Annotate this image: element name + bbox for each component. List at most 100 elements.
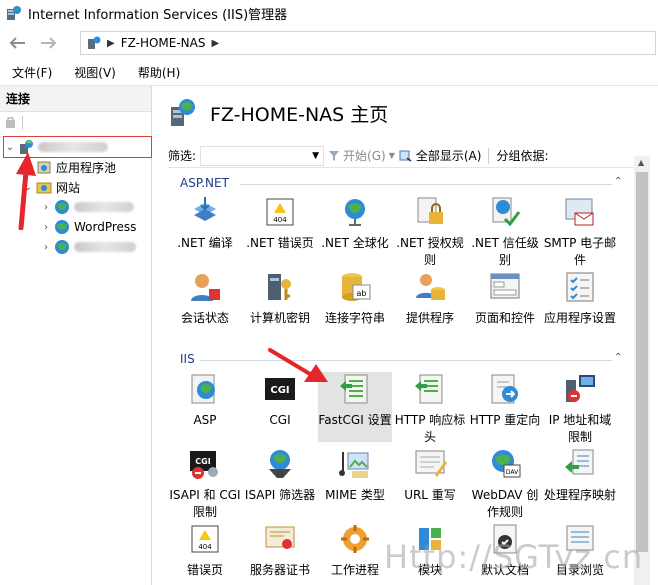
tile-label: 工作进程 — [330, 563, 379, 577]
tile-net-globalization[interactable]: .NET 全球化 — [318, 195, 392, 252]
tile-net-compilation[interactable]: .NET 编译 — [168, 195, 242, 252]
show-all-button[interactable]: 全部显示(A) — [399, 147, 481, 164]
tile-handler-mappings[interactable]: 处理程序映射 — [543, 447, 617, 504]
webdav-icon: DAV — [492, 450, 521, 478]
tile-label: .NET 错误页 — [246, 236, 314, 250]
collapsed-chevron-icon[interactable]: › — [40, 222, 52, 233]
sites-label: 网站 — [56, 180, 81, 195]
collapse-section-icon[interactable]: ⌃ — [614, 352, 622, 363]
connections-toolbar — [0, 112, 151, 134]
svg-text:CGI: CGI — [270, 385, 289, 396]
globe-stand-icon — [345, 199, 365, 226]
collapsed-chevron-icon[interactable]: › — [40, 242, 52, 253]
tile-label: 错误页 — [186, 563, 223, 577]
tile-app-settings[interactable]: 应用程序设置 — [543, 270, 617, 327]
page-title-row: FZ-HOME-NAS 主页 — [168, 98, 388, 128]
tile-isapi-filters[interactable]: ISAPI 筛选器 — [243, 447, 317, 504]
tile-machine-key[interactable]: 计算机密钥 — [243, 270, 317, 327]
tile-label: .NET 全球化 — [321, 236, 389, 250]
collapse-section-icon[interactable]: ⌃ — [614, 176, 622, 187]
address-box[interactable]: ▶ FZ-HOME-NAS ▶ — [80, 31, 656, 55]
start-label: 开始(G) — [343, 149, 386, 163]
tile-http-response-headers[interactable]: HTTP 响应标头 — [393, 372, 467, 446]
providers-icon — [416, 274, 445, 300]
tile-isapi-cgi-restrictions[interactable]: CGI ISAPI 和 CGI 限制 — [168, 447, 242, 521]
tile-label: CGI — [269, 413, 291, 427]
tile-ip-domain-restrictions[interactable]: IP 地址和域限制 — [543, 372, 617, 446]
tile-label: .NET 编译 — [177, 236, 233, 250]
show-all-icon — [399, 150, 412, 162]
tile-label: IP 地址和域限制 — [548, 413, 612, 444]
tile-pages-controls[interactable]: 页面和控件 — [468, 270, 542, 327]
back-button[interactable] — [4, 30, 30, 56]
connect-icon[interactable] — [4, 116, 18, 130]
page-title: FZ-HOME-NAS 主页 — [210, 103, 389, 126]
menu-bar: 文件(F) 视图(V) 帮助(H) — [0, 60, 658, 86]
watermark-text: Http://SGTyz.cn — [384, 538, 644, 576]
tile-server-certificates[interactable]: 服务器证书 — [243, 522, 317, 579]
tile-http-redirect[interactable]: HTTP 重定向 — [468, 372, 542, 429]
wordpress-label: WordPress — [74, 220, 137, 234]
isapi-filter-icon — [269, 450, 291, 478]
svg-text:DAV: DAV — [506, 469, 519, 476]
scroll-up-icon[interactable]: ▲ — [638, 158, 644, 167]
tile-mime-types[interactable]: MIME 类型 — [318, 447, 392, 504]
iis-app-icon — [7, 6, 21, 20]
response-headers-icon — [415, 374, 443, 404]
filter-input[interactable]: ▼ — [200, 145, 325, 166]
error-page-icon: 404 — [191, 525, 219, 553]
breadcrumb-server[interactable]: FZ-HOME-NAS — [121, 36, 206, 50]
fastcgi-icon — [340, 374, 368, 404]
tile-asp[interactable]: ASP — [168, 372, 242, 429]
machine-key-icon — [268, 274, 291, 300]
app-pool-icon — [37, 161, 51, 174]
tile-net-trust-levels[interactable]: .NET 信任级别 — [468, 195, 542, 269]
url-rewrite-icon — [415, 450, 447, 477]
start-button[interactable]: 开始(G) ▼ — [328, 147, 395, 164]
annotation-arrow-icon — [268, 348, 328, 382]
server-large-icon — [171, 99, 195, 126]
scrollbar-thumb[interactable] — [636, 172, 648, 552]
filter-bar: 筛选: ▼ 开始(G) ▼ 全部显示(A) 分组依据: — [168, 144, 644, 168]
annotation-arrow-icon — [16, 152, 36, 230]
tile-label: 提供程序 — [405, 311, 454, 325]
section-divider — [200, 360, 612, 361]
vertical-scrollbar[interactable]: ▲ — [634, 156, 650, 585]
toolbar-divider — [488, 147, 490, 164]
funnel-icon — [329, 150, 340, 161]
title-bar: Internet Information Services (IIS)管理器 — [0, 0, 658, 26]
tile-error-pages[interactable]: 404 错误页 — [168, 522, 242, 579]
server-icon — [88, 36, 101, 49]
tile-providers[interactable]: 提供程序 — [393, 270, 467, 327]
tree-site-wordpress[interactable]: › WordPress — [40, 217, 136, 237]
tile-url-rewrite[interactable]: URL 重写 — [393, 447, 467, 504]
site-3-name-blurred — [74, 242, 136, 252]
menu-help[interactable]: 帮助(H) — [126, 64, 190, 81]
svg-text:404: 404 — [273, 216, 287, 224]
tile-net-authorization[interactable]: .NET 授权规则 — [393, 195, 467, 269]
tree-app-pools[interactable]: 应用程序池 — [34, 157, 116, 177]
tile-net-error-pages[interactable]: 404 .NET 错误页 — [243, 195, 317, 252]
forward-arrow-icon — [41, 37, 57, 49]
section-divider — [240, 184, 612, 185]
lock-document-icon — [417, 197, 443, 224]
tree-site-3[interactable]: › — [40, 237, 136, 257]
collapsed-chevron-icon[interactable]: › — [40, 202, 52, 213]
tile-label: FastCGI 设置 — [318, 413, 392, 427]
breadcrumb-separator-icon: ▶ — [107, 37, 115, 49]
tile-connection-strings[interactable]: ab 连接字符串 — [318, 270, 392, 327]
tile-session-state[interactable]: 会话状态 — [168, 270, 242, 327]
group-by-label[interactable]: 分组依据: — [496, 147, 548, 164]
menu-view[interactable]: 视图(V) — [62, 64, 126, 81]
tree-site-1[interactable]: › — [40, 197, 134, 217]
tile-webdav-authoring-rules[interactable]: DAV WebDAV 创作规则 — [468, 447, 542, 521]
menu-file[interactable]: 文件(F) — [0, 64, 62, 81]
trust-check-icon — [492, 197, 521, 227]
tile-label: MIME 类型 — [325, 488, 385, 502]
tile-worker-processes[interactable]: 工作进程 — [318, 522, 392, 579]
breadcrumb-separator-icon: ▶ — [211, 37, 220, 49]
dropdown-arrow-icon[interactable]: ▼ — [312, 151, 319, 161]
tile-smtp-email[interactable]: SMTP 电子邮件 — [543, 195, 617, 269]
section-aspnet-header: ASP.NET — [180, 176, 229, 190]
forward-button[interactable] — [36, 30, 62, 56]
